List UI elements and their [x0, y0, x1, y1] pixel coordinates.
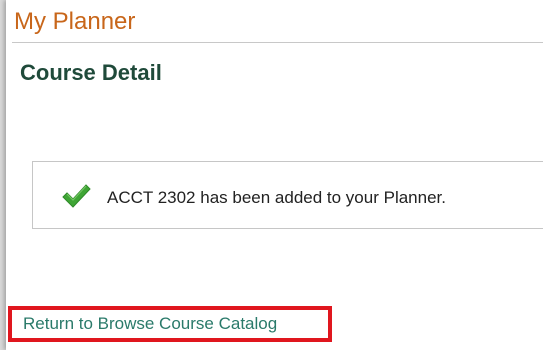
title-divider — [12, 42, 543, 43]
app-title: My Planner — [14, 8, 136, 35]
confirmation-message-text: ACCT 2302 has been added to your Planner… — [107, 188, 446, 207]
checkmark-icon — [61, 183, 91, 209]
return-to-browse-catalog-link[interactable]: Return to Browse Course Catalog — [8, 306, 332, 342]
confirmation-message-box: ACCT 2302 has been added to your Planner… — [32, 161, 543, 229]
planner-page: My Planner Course Detail ACCT 2302 has b… — [6, 0, 543, 350]
page-title: Course Detail — [20, 60, 162, 85]
